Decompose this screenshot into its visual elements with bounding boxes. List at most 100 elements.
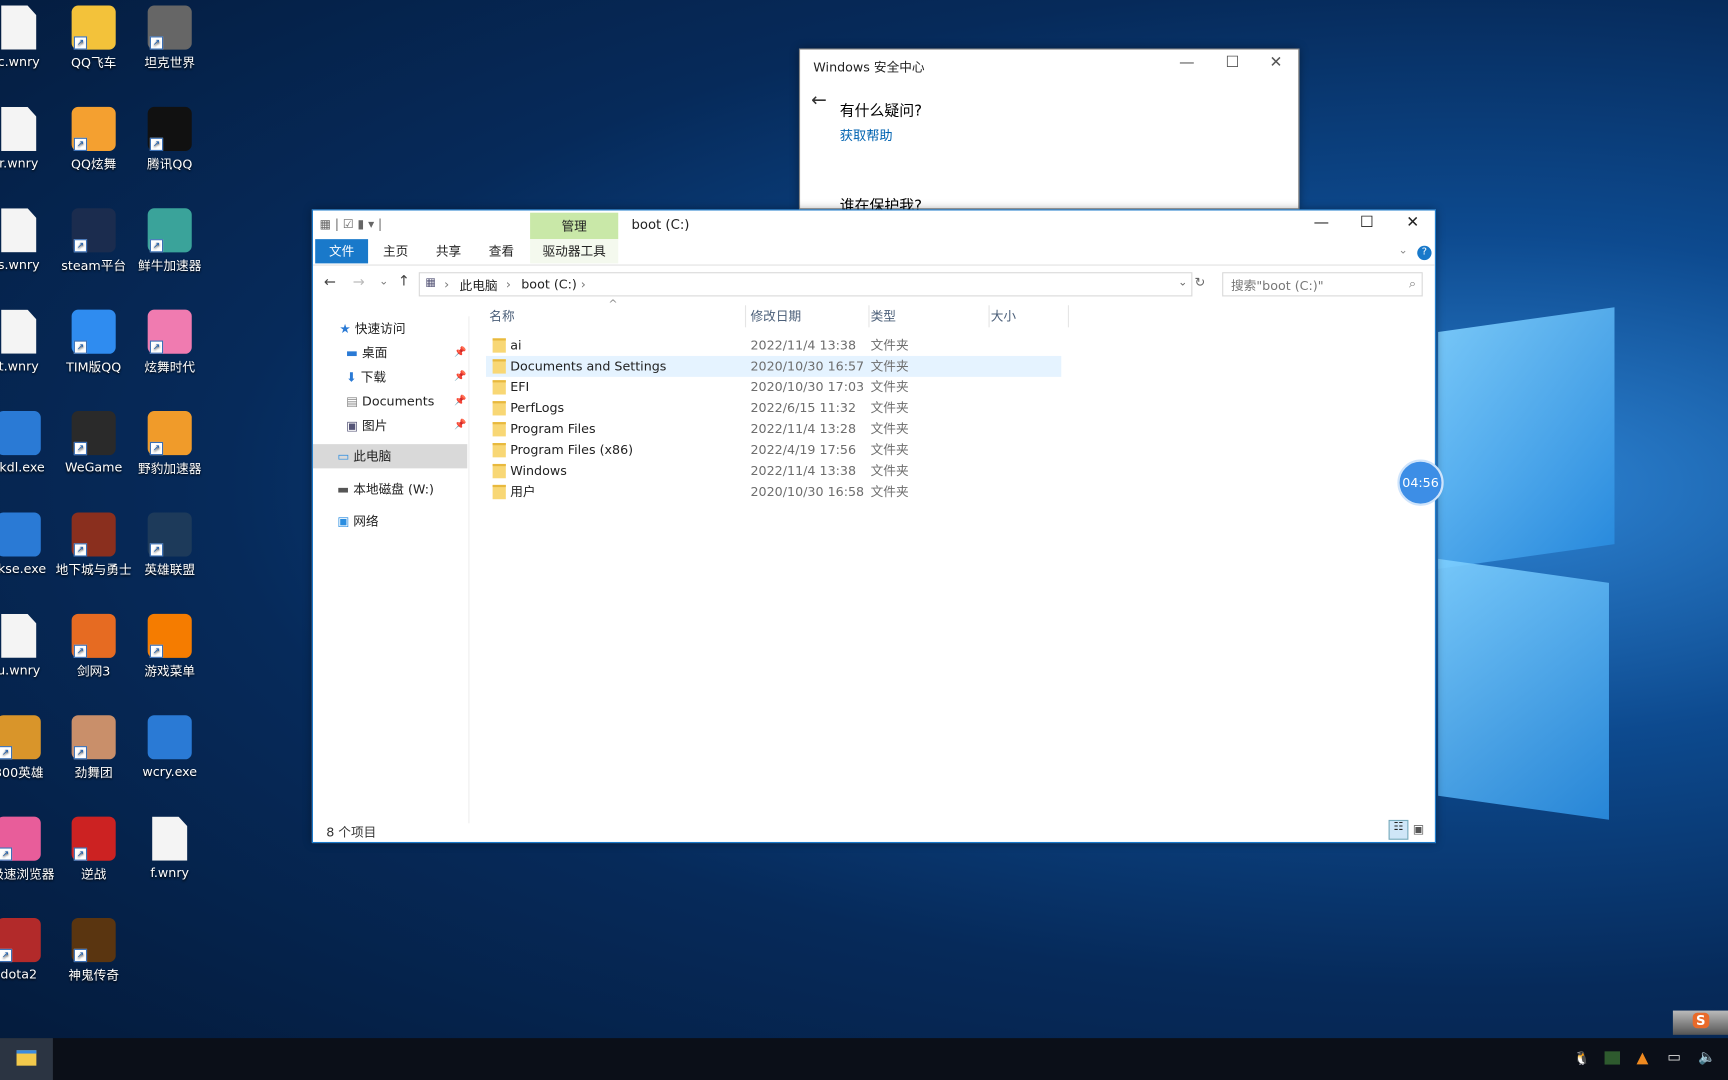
taskbar-file-explorer[interactable]	[0, 1038, 53, 1080]
desktop-icon-label: 游戏菜单	[144, 663, 196, 679]
desktop-icon-label: 鲜牛加速器	[138, 257, 202, 274]
breadcrumb-this-pc[interactable]: 此电脑	[460, 277, 498, 295]
maximize-button[interactable]: ☐	[1360, 214, 1374, 232]
desktop-icon[interactable]: skdl.exe	[0, 411, 57, 475]
pin-icon[interactable]: 📌	[454, 389, 466, 413]
nav-drive-w[interactable]: ▬ 本地磁盘 (W:)	[313, 477, 467, 501]
address-bar[interactable]: ▦ › 此电脑 › boot (C:) › ⌄	[418, 272, 1193, 297]
desktop-icon[interactable]: ↗ 300英雄	[0, 715, 57, 781]
desktop-icon[interactable]: wcry.exe	[131, 715, 208, 779]
desktop-icon[interactable]: c.wnry	[0, 5, 57, 69]
close-button[interactable]: ✕	[1270, 54, 1283, 72]
pin-icon[interactable]: 📌	[454, 413, 466, 437]
desktop-icon[interactable]: ↗ 炫舞时代	[131, 309, 208, 376]
desktop-icon[interactable]: ↗ 腾讯QQ	[131, 106, 208, 173]
file-icon	[152, 816, 188, 861]
desktop-icon[interactable]: ↗ QQ飞车	[55, 5, 132, 72]
desktop-icon-label: TIM版QQ	[66, 359, 122, 375]
close-button[interactable]: ✕	[1406, 214, 1419, 232]
details-view-button[interactable]: ☷	[1388, 819, 1409, 840]
desktop-icon-label: 神鬼传奇	[68, 967, 120, 984]
sogou-input-toolbar[interactable]: S	[1672, 1010, 1728, 1035]
recent-locations-button[interactable]: ⌄	[379, 276, 388, 288]
pin-icon[interactable]: 📌	[454, 341, 466, 365]
nav-this-pc[interactable]: ▭ 此电脑	[312, 444, 468, 469]
expand-ribbon-icon[interactable]: ⌄	[1398, 245, 1407, 257]
desktop-icon[interactable]: r.wnry	[0, 106, 57, 171]
refresh-icon[interactable]: ↻	[1195, 274, 1206, 289]
desktop-icon[interactable]: t.wnry	[0, 309, 57, 374]
desktop-icon[interactable]: s.wnry	[0, 208, 57, 272]
desktop-icon[interactable]: ↗ 野豹加速器	[131, 411, 208, 477]
desktop-icon[interactable]: ↗ 鲜牛加速器	[131, 208, 208, 274]
file-row[interactable]: EFI 2020/10/30 17:03 文件夹	[486, 377, 1061, 398]
column-header[interactable]: 名称	[489, 307, 514, 325]
desktop-icon-label: QQ飞车	[71, 55, 117, 71]
desktop-icon[interactable]: f.wnry	[131, 816, 208, 881]
breadcrumb-boot-c[interactable]: boot (C:)	[521, 277, 577, 292]
maximize-button[interactable]: ☐	[1225, 54, 1239, 72]
desktop-icon-label: 300英雄	[0, 764, 44, 781]
back-arrow-icon[interactable]: ←	[811, 89, 827, 111]
tab-home[interactable]: 主页	[370, 239, 421, 263]
desktop-icon[interactable]: ↗ QQ炫舞	[55, 106, 132, 173]
desktop-icon[interactable]: ↗ 坦克世界	[131, 5, 208, 72]
back-button[interactable]: ←	[324, 274, 336, 291]
desktop-icon-label: WeGame	[65, 459, 123, 475]
nav-item[interactable]: ▣ 图片 📌	[313, 413, 467, 437]
search-input[interactable]: 搜索"boot (C:)" ⌕	[1222, 272, 1423, 297]
column-header[interactable]: 修改日期	[750, 307, 801, 325]
nav-item[interactable]: ▤ Documents 📌	[313, 389, 467, 413]
qq-tray-icon[interactable]: 🐧	[1574, 1050, 1590, 1065]
desktop-icon[interactable]: skse.exe	[0, 512, 57, 576]
volume-tray-icon[interactable]: 🔈	[1698, 1049, 1716, 1066]
quick-access-toolbar[interactable]: ▦ | ☑ ▮ ▾ |	[320, 217, 383, 231]
file-row[interactable]: Windows 2022/11/4 13:38 文件夹	[486, 461, 1061, 482]
file-row[interactable]: Program Files 2022/11/4 13:28 文件夹	[486, 419, 1061, 440]
pin-icon[interactable]: 📌	[454, 365, 466, 389]
file-row[interactable]: Program Files (x86) 2022/4/19 17:56 文件夹	[486, 440, 1061, 461]
desktop-icon[interactable]: ↗ dota2	[0, 917, 57, 982]
get-help-link[interactable]: 获取帮助	[840, 126, 893, 145]
address-dropdown-icon[interactable]: ⌄	[1178, 277, 1187, 289]
large-icons-view-button[interactable]: ▣	[1413, 822, 1424, 836]
desktop-icon[interactable]: u.wnry	[0, 613, 57, 678]
desktop-icon[interactable]: ↗ 游戏菜单	[131, 613, 208, 680]
app-tray-icon[interactable]: ▲	[1637, 1049, 1649, 1067]
forward-button[interactable]: →	[353, 274, 365, 291]
network-tray-icon[interactable]: ▭	[1667, 1049, 1681, 1066]
tab-file[interactable]: 文件	[315, 239, 369, 264]
tab-drive-tools[interactable]: 驱动器工具	[530, 239, 619, 264]
desktop-icon[interactable]: ↗ 剑网3	[55, 613, 132, 680]
file-row[interactable]: Documents and Settings 2020/10/30 16:57 文件…	[485, 355, 1062, 377]
manage-context-tab[interactable]: 管理	[530, 212, 619, 240]
minimize-button[interactable]: —	[1179, 54, 1194, 72]
desktop-icon[interactable]: ↗ 地下城与勇士	[55, 512, 132, 578]
column-header[interactable]: 类型	[871, 307, 896, 325]
desktop-icon[interactable]: ↗ WeGame	[55, 411, 132, 475]
help-icon[interactable]: ?	[1417, 245, 1432, 261]
recording-timer[interactable]: 04:56	[1397, 459, 1444, 506]
nav-item[interactable]: ⬇ 下载 📌	[313, 365, 467, 389]
minimize-button[interactable]: —	[1314, 214, 1329, 232]
nvidia-tray-icon[interactable]	[1604, 1051, 1620, 1065]
desktop-icon[interactable]: ↗ TIM版QQ	[55, 309, 132, 376]
up-button[interactable]: ↑	[398, 273, 410, 290]
nav-item[interactable]: ▬ 桌面 📌	[313, 341, 467, 365]
file-row[interactable]: PerfLogs 2022/6/15 11:32 文件夹	[486, 398, 1061, 419]
nav-quick-access[interactable]: ★ 快速访问	[313, 316, 467, 340]
column-header[interactable]: 大小	[991, 307, 1016, 325]
desktop-icon[interactable]: ↗ 神鬼传奇	[55, 917, 132, 984]
desktop-icon[interactable]: ↗ 0极速浏览器	[0, 816, 57, 883]
file-date: 2020/10/30 17:03	[750, 379, 865, 395]
desktop-icon[interactable]: ↗ steam平台	[55, 208, 132, 274]
file-row[interactable]: ai 2022/11/4 13:38 文件夹	[486, 335, 1061, 356]
nav-network[interactable]: ▣ 网络	[313, 509, 467, 533]
desktop-icon[interactable]: ↗ 英雄联盟	[131, 512, 208, 578]
file-row[interactable]: 用户 2020/10/30 16:58 文件夹	[486, 482, 1061, 503]
desktop-icon[interactable]: ↗ 逆战	[55, 816, 132, 883]
tab-share[interactable]: 共享	[423, 239, 474, 263]
desktop-icon[interactable]: ↗ 劲舞团	[55, 715, 132, 781]
tab-view[interactable]: 查看	[476, 239, 527, 263]
folder-icon	[492, 422, 506, 437]
